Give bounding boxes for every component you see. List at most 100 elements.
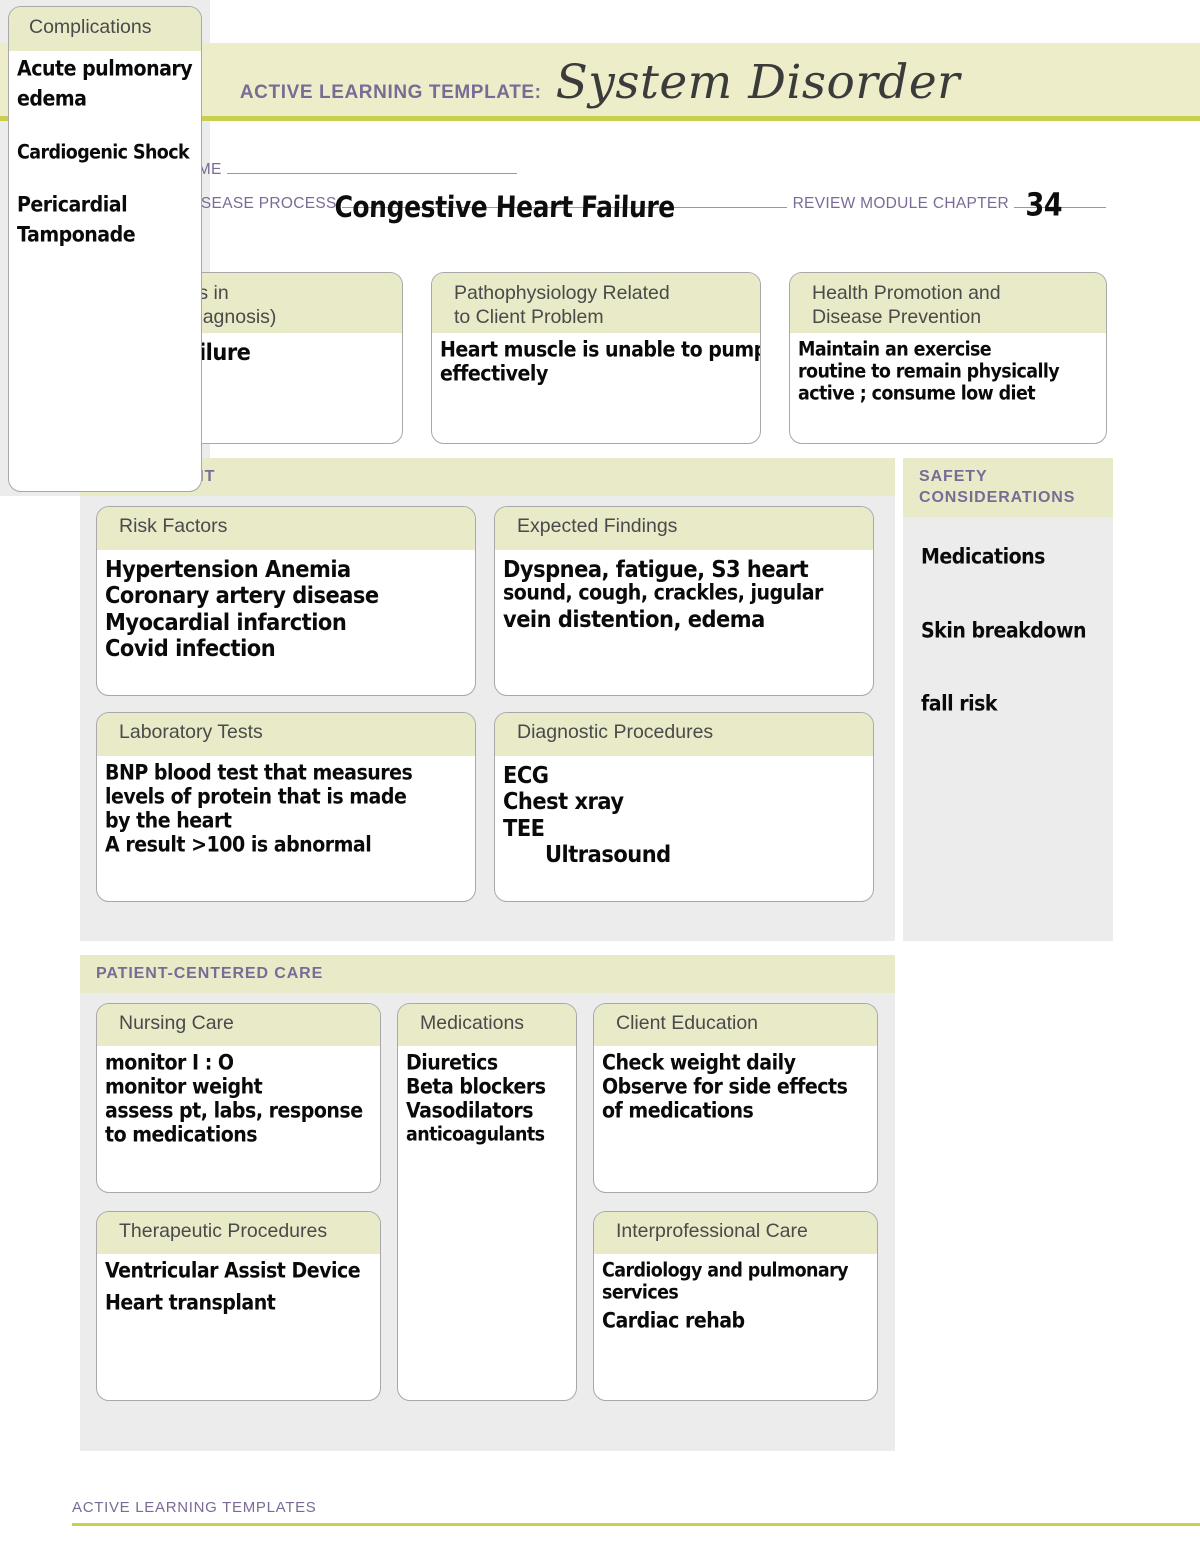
card-title: Health Promotion and Disease Prevention — [790, 273, 1106, 333]
card-health-promotion: Health Promotion and Disease Prevention … — [789, 272, 1107, 444]
handwritten-line: routine to remain physically — [798, 361, 1060, 384]
card-medications: Medications Diuretics Beta blockers Vaso… — [397, 1002, 577, 1401]
card-title: Complications — [9, 7, 201, 51]
safety-considerations-panel: SAFETY CONSIDERATIONS Medications Skin b… — [903, 458, 1113, 941]
handwritten-line: Beta blockers — [406, 1074, 546, 1099]
top-boxes-row: Alterations in Health (Diagnosis) Heart … — [93, 272, 1107, 444]
handwritten-line: Observe for side effects — [602, 1074, 848, 1099]
card-body[interactable]: Ventricular Assist Device Heart transpla… — [97, 1254, 380, 1321]
handwritten-line: Ventricular Assist Device — [105, 1258, 361, 1283]
card-title-line-2: Disease Prevention — [812, 305, 982, 328]
complication-group: Pericardial Tamponade — [17, 193, 201, 247]
card-body[interactable]: Maintain an exercise routine to remain p… — [790, 333, 1106, 410]
handwritten-line: Cardiac rehab — [602, 1308, 745, 1334]
card-body[interactable]: Check weight daily Observe for side effe… — [594, 1046, 877, 1129]
handwritten-line: Cardiogenic Shock — [17, 141, 190, 164]
safety-items-list[interactable]: Medications Skin breakdown fall risk — [903, 517, 1113, 717]
identity-block: STUDENT NAME DISORDER/DISEASE PROCESS RE… — [96, 160, 1106, 228]
card-title: Risk Factors — [97, 506, 475, 550]
handwritten-line: Vasodilators — [406, 1098, 534, 1123]
handwritten-line: edema — [17, 86, 87, 112]
handwritten-line: A result >100 is abnormal — [105, 832, 372, 857]
disorder-row: DISORDER/DISEASE PROCESS REVIEW MODULE C… — [96, 187, 1106, 228]
card-title: Therapeutic Procedures — [97, 1211, 380, 1254]
safety-title-line-2: CONSIDERATIONS — [919, 488, 1076, 506]
handwritten-line: levels of protein that is made — [105, 784, 407, 809]
student-name-input[interactable] — [226, 160, 517, 174]
safety-panel-title: SAFETY CONSIDERATIONS — [903, 458, 1113, 517]
handwritten-line: services — [602, 1281, 679, 1304]
card-expected-findings: Expected Findings Dyspnea, fatigue, S3 h… — [494, 505, 874, 696]
handwritten-line: monitor weight — [105, 1074, 263, 1099]
handwritten-line: Chest xray — [503, 788, 624, 815]
card-title: Laboratory Tests — [97, 712, 475, 756]
handwritten-line: Dyspnea, fatigue, S3 heart — [503, 555, 809, 583]
card-body[interactable]: ECG Chest xray TEE Ultrasound — [495, 756, 873, 873]
card-body[interactable]: BNP blood test that measures levels of p… — [97, 756, 475, 863]
card-laboratory-tests: Laboratory Tests BNP blood test that mea… — [96, 711, 476, 902]
page-footer: ACTIVE LEARNING TEMPLATES — [72, 1499, 1200, 1526]
card-complications: Complications Acute pulmonary edema Card… — [8, 6, 202, 492]
handwritten-line: vein distention, edema — [503, 606, 765, 633]
card-title: Expected Findings — [495, 506, 873, 550]
assessment-panel-title: ASSESSMENT — [80, 458, 895, 496]
pcc-panel-title: PATIENT-CENTERED CARE — [80, 955, 895, 993]
handwritten-line: BNP blood test that measures — [105, 760, 413, 785]
card-risk-factors: Risk Factors Hypertension Anemia Coronar… — [96, 505, 476, 696]
card-title: Diagnostic Procedures — [495, 712, 873, 756]
handwritten-line: sound, cough, crackles, jugular — [503, 581, 823, 606]
handwritten-line: Heart transplant — [105, 1290, 276, 1315]
card-diagnostic-procedures: Diagnostic Procedures ECG Chest xray TEE… — [494, 711, 874, 902]
card-title-line-1: Health Promotion and — [812, 282, 1001, 304]
handwritten-line: of medications — [602, 1098, 754, 1123]
card-title: Nursing Care — [97, 1003, 380, 1046]
footer-divider — [72, 1523, 1200, 1526]
handwritten-line: Check weight daily — [602, 1050, 796, 1075]
handwritten-line: Coronary artery disease — [105, 582, 379, 609]
complication-group: Acute pulmonary edema — [17, 57, 201, 111]
banner-kicker: ACTIVE LEARNING TEMPLATE: — [239, 82, 542, 103]
card-title: Client Education — [594, 1003, 877, 1046]
chapter-label: REVIEW MODULE CHAPTER — [792, 195, 1009, 212]
card-body[interactable]: Diuretics Beta blockers Vasodilators ant… — [398, 1046, 576, 1151]
patient-centered-care-panel: PATIENT-CENTERED CARE Nursing Care monit… — [80, 955, 895, 1451]
handwritten-line: ECG — [503, 761, 549, 789]
card-body[interactable]: Heart muscle is unable to pump effective… — [432, 333, 760, 392]
page-title: System Disorder — [555, 55, 961, 110]
handwritten-line: to medications — [105, 1122, 258, 1147]
handwritten-line: active ; consume low diet — [798, 383, 1036, 406]
handwritten-line: TEE — [503, 814, 545, 842]
card-body[interactable]: monitor I : O monitor weight assess pt, … — [97, 1046, 380, 1153]
safety-item: Medications — [921, 544, 1045, 569]
card-nursing-care: Nursing Care monitor I : O monitor weigh… — [96, 1002, 381, 1193]
complication-group: Cardiogenic Shock — [17, 141, 201, 164]
handwritten-line: Maintain an exercise — [798, 339, 992, 362]
card-title-line-2: to Client Problem — [454, 305, 604, 328]
handwritten-line: by the heart — [105, 808, 232, 833]
card-title: Medications — [398, 1003, 576, 1046]
assessment-panel: ASSESSMENT Risk Factors Hypertension Ane… — [80, 458, 895, 941]
card-title-line-1: Pathophysiology Related — [454, 282, 670, 304]
assessment-card-grid: Risk Factors Hypertension Anemia Coronar… — [80, 496, 895, 902]
handwritten-line: effectively — [440, 361, 548, 387]
card-client-education: Client Education Check weight daily Obse… — [593, 1002, 878, 1193]
handwritten-line: Pericardial — [17, 192, 128, 218]
safety-item: Skin breakdown — [921, 618, 1087, 643]
handwritten-line: Diuretics — [406, 1050, 498, 1075]
handwritten-line: monitor I : O — [105, 1050, 234, 1075]
card-interprofessional-care: Interprofessional Care Cardiology and pu… — [593, 1210, 878, 1401]
complications-list[interactable]: Acute pulmonary edema Cardiogenic Shock … — [9, 51, 201, 247]
card-body[interactable]: Dyspnea, fatigue, S3 heart sound, cough,… — [495, 550, 873, 638]
handwritten-line: anticoagulants — [406, 1123, 545, 1146]
handwritten-line: Acute pulmonary — [17, 57, 193, 82]
card-body[interactable]: Cardiology and pulmonary services Cardia… — [594, 1254, 877, 1339]
footer-text: ACTIVE LEARNING TEMPLATES — [72, 1499, 317, 1516]
card-title: Interprofessional Care — [594, 1211, 877, 1254]
safety-item: fall risk — [921, 692, 998, 717]
complications-panel: Complications Acute pulmonary edema Card… — [0, 0, 210, 496]
disorder-handwritten-value: Congestive Heart Failure — [334, 189, 676, 224]
chapter-handwritten-value: 34 — [1025, 187, 1064, 224]
card-title: Pathophysiology Related to Client Proble… — [432, 273, 760, 333]
card-body[interactable]: Hypertension Anemia Coronary artery dise… — [97, 550, 475, 667]
handwritten-line: Cardiology and pulmonary — [602, 1259, 849, 1282]
